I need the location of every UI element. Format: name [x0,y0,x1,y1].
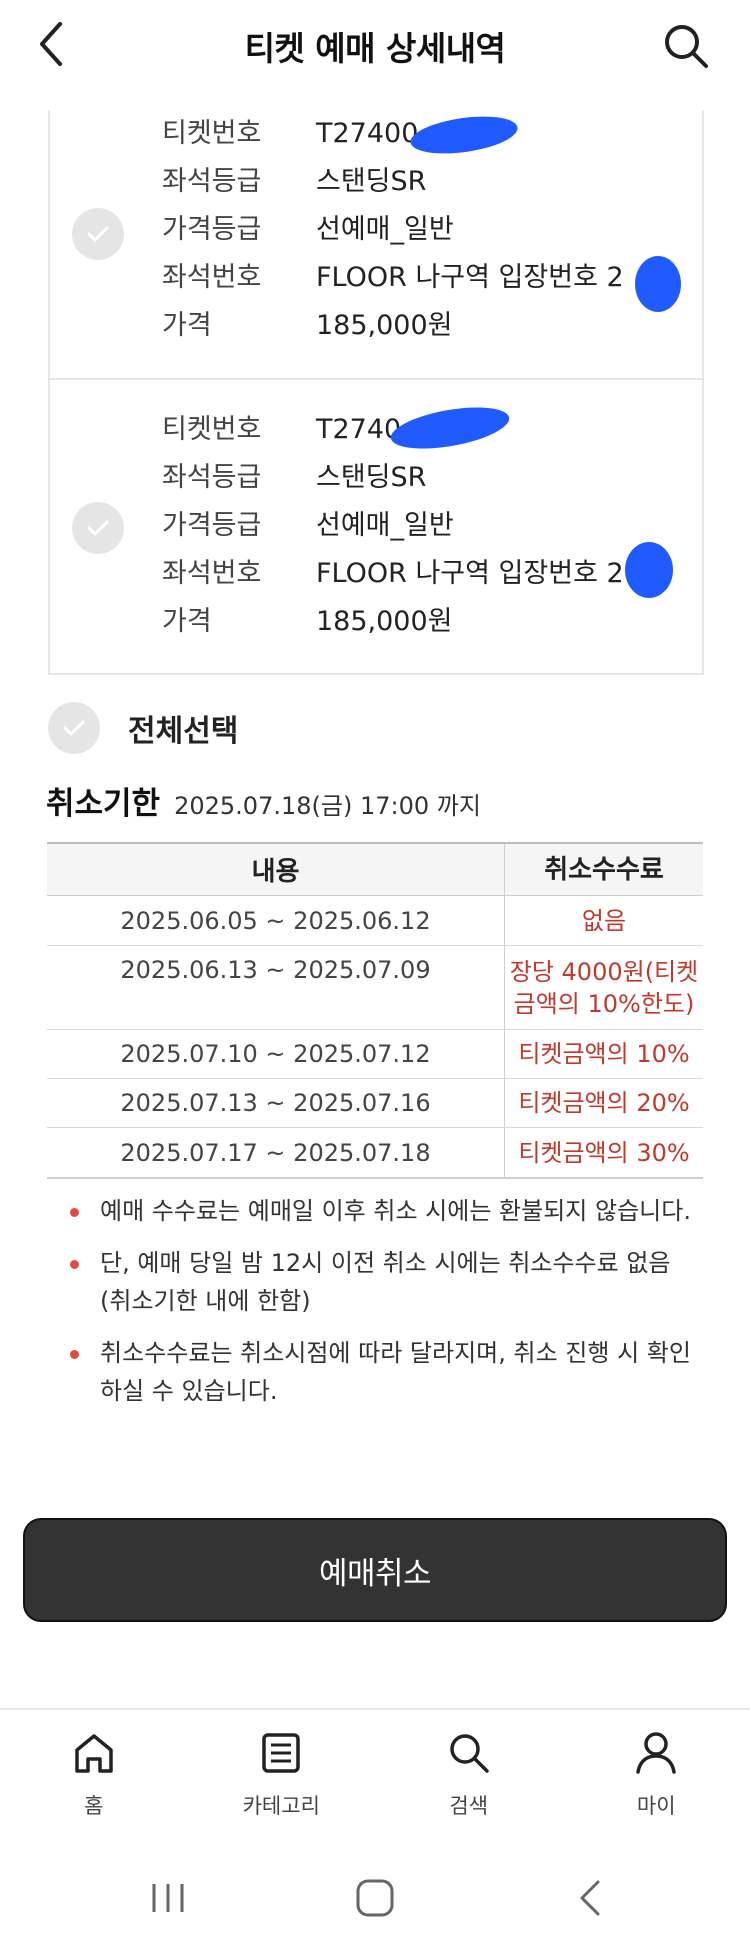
page-title: 티켓 예매 상세내역 [244,29,506,68]
fee-cell: 티켓금액의 20% [518,1089,690,1117]
cancel-deadline-label: 취소기한 [46,786,161,822]
system-back-button[interactable] [560,1868,620,1928]
price-grade-row: 가격등급 선예매_일반 [162,214,454,245]
period-cell: 2025.06.05 ~ 2025.06.12 [47,896,505,945]
nav-label: 검색 [449,1794,489,1818]
seat-number-row: 좌석번호 FLOOR 나구역 입장번호 2 [162,262,624,293]
seat-grade-row: 좌석등급 스탠딩SR [162,166,427,197]
list-icon [262,1733,300,1773]
ticket-number: T27400 [316,118,419,149]
table-row: 2025.07.13 ~ 2025.07.16 티켓금액의 20% [47,1079,703,1128]
ticket-checkbox[interactable] [72,208,124,260]
seat-number: FLOOR 나구역 입장번호 2 [316,558,624,589]
check-icon [63,720,85,736]
nav-label: 홈 [84,1794,104,1818]
user-icon [636,1732,676,1774]
column-header-fee: 취소수수료 [544,854,664,885]
ticket-item[interactable]: 티켓번호 T27400 좌석등급 스탠딩SR 가격등급 선예매_일반 좌석번호 FLOO… [50,110,702,380]
recent-apps-icon [152,1884,184,1912]
home-system-button[interactable] [345,1868,405,1928]
fee-cell: 없음 [581,906,627,935]
select-all-checkbox[interactable] [48,702,100,754]
home-icon [75,1734,113,1773]
check-icon [87,520,109,536]
seat-grade-row: 좌석등급 스탠딩SR [162,462,427,493]
ticket-number: T2740 [316,414,402,445]
table-row: 2025.06.05 ~ 2025.06.12 없음 [47,896,703,946]
nav-item-my[interactable]: 마이 [563,1710,750,1838]
nav-item-category[interactable]: 카테고리 [188,1710,376,1838]
ticket-checkbox[interactable] [72,502,124,554]
redaction-mark [625,542,673,598]
redaction-mark [408,110,520,160]
cancel-deadline-value: 2025.07.18(금) 17:00 까지 [174,792,481,820]
table-header: 내용 취소수수료 [47,844,703,896]
system-nav-bar [0,1838,750,1953]
select-all-toggle[interactable]: 전체선택 [48,700,348,756]
price-grade: 선예매_일반 [316,510,454,541]
cancel-reservation-button[interactable]: 예매취소 [23,1518,727,1622]
table-row: 2025.06.13 ~ 2025.07.09 장당 4000원(티켓금액의 1… [47,946,703,1030]
period-cell: 2025.06.13 ~ 2025.07.09 [47,946,505,1029]
table-row: 2025.07.10 ~ 2025.07.12 티켓금액의 10% [47,1030,703,1079]
notice-item: 단, 예매 당일 밤 12시 이전 취소 시에는 취소수수료 없음 (취소기한 … [62,1244,702,1320]
fee-cell: 티켓금액의 10% [518,1040,690,1068]
notice-item: 예매 수수료는 예매일 이후 취소 시에는 환불되지 않습니다. [62,1192,702,1230]
cancel-deadline: 취소기한 2025.07.18(금) 17:00 까지 [46,778,481,823]
price-grade-row: 가격등급 선예매_일반 [162,510,454,541]
cancel-fee-table: 내용 취소수수료 2025.06.05 ~ 2025.06.12 없음 2025… [47,842,703,1179]
app-header: 티켓 예매 상세내역 [0,0,750,110]
search-icon [450,1734,489,1773]
nav-item-search[interactable]: 검색 [375,1710,563,1838]
price-row: 가격 185,000원 [162,310,453,341]
redaction-mark [387,399,513,457]
period-cell: 2025.07.17 ~ 2025.07.18 [47,1128,505,1177]
nav-label: 마이 [636,1794,676,1818]
ticket-list: 티켓번호 T27400 좌석등급 스탠딩SR 가격등급 선예매_일반 좌석번호 FLOO… [48,110,704,675]
bottom-nav: 홈 카테고리 검색 마이 [0,1708,750,1838]
seat-grade: 스탠딩SR [316,166,427,197]
period-cell: 2025.07.10 ~ 2025.07.12 [47,1030,505,1078]
seat-grade: 스탠딩SR [316,462,427,493]
seat-number: FLOOR 나구역 입장번호 2 [316,262,624,293]
ticket-number-row: 티켓번호 T2740 [162,414,402,445]
search-icon [665,25,708,68]
ticket-price: 185,000원 [316,606,453,637]
period-cell: 2025.07.13 ~ 2025.07.16 [47,1079,505,1127]
redaction-mark [635,256,681,312]
nav-item-home[interactable]: 홈 [0,1710,188,1838]
recent-apps-button[interactable] [138,1868,198,1928]
table-row: 2025.07.17 ~ 2025.07.18 티켓금액의 30% [47,1128,703,1177]
home-square-icon [356,1879,394,1917]
fee-cell: 장당 4000원(티켓금액의 10%한도) [509,957,699,1018]
search-button[interactable] [658,18,714,74]
nav-label: 카테고리 [242,1794,320,1818]
ticket-number-row: 티켓번호 T27400 [162,118,419,149]
price-grade: 선예매_일반 [316,214,454,245]
chevron-left-icon [580,1880,600,1916]
select-all-label: 전체선택 [128,714,239,749]
notice-item: 취소수수료는 취소시점에 따라 달라지며, 취소 진행 시 확인 하실 수 있습… [62,1334,702,1410]
column-header-period: 내용 [47,844,505,895]
ticket-price: 185,000원 [316,310,453,341]
notice-list: 예매 수수료는 예매일 이후 취소 시에는 환불되지 않습니다. 단, 예매 당… [62,1192,702,1424]
fee-cell: 티켓금액의 30% [518,1138,690,1167]
price-row: 가격 185,000원 [162,606,453,637]
seat-number-row: 좌석번호 FLOOR 나구역 입장번호 2 [162,558,624,589]
check-icon [87,226,109,242]
ticket-item[interactable]: 티켓번호 T2740 좌석등급 스탠딩SR 가격등급 선예매_일반 좌석번호 FLOOR… [50,382,702,672]
